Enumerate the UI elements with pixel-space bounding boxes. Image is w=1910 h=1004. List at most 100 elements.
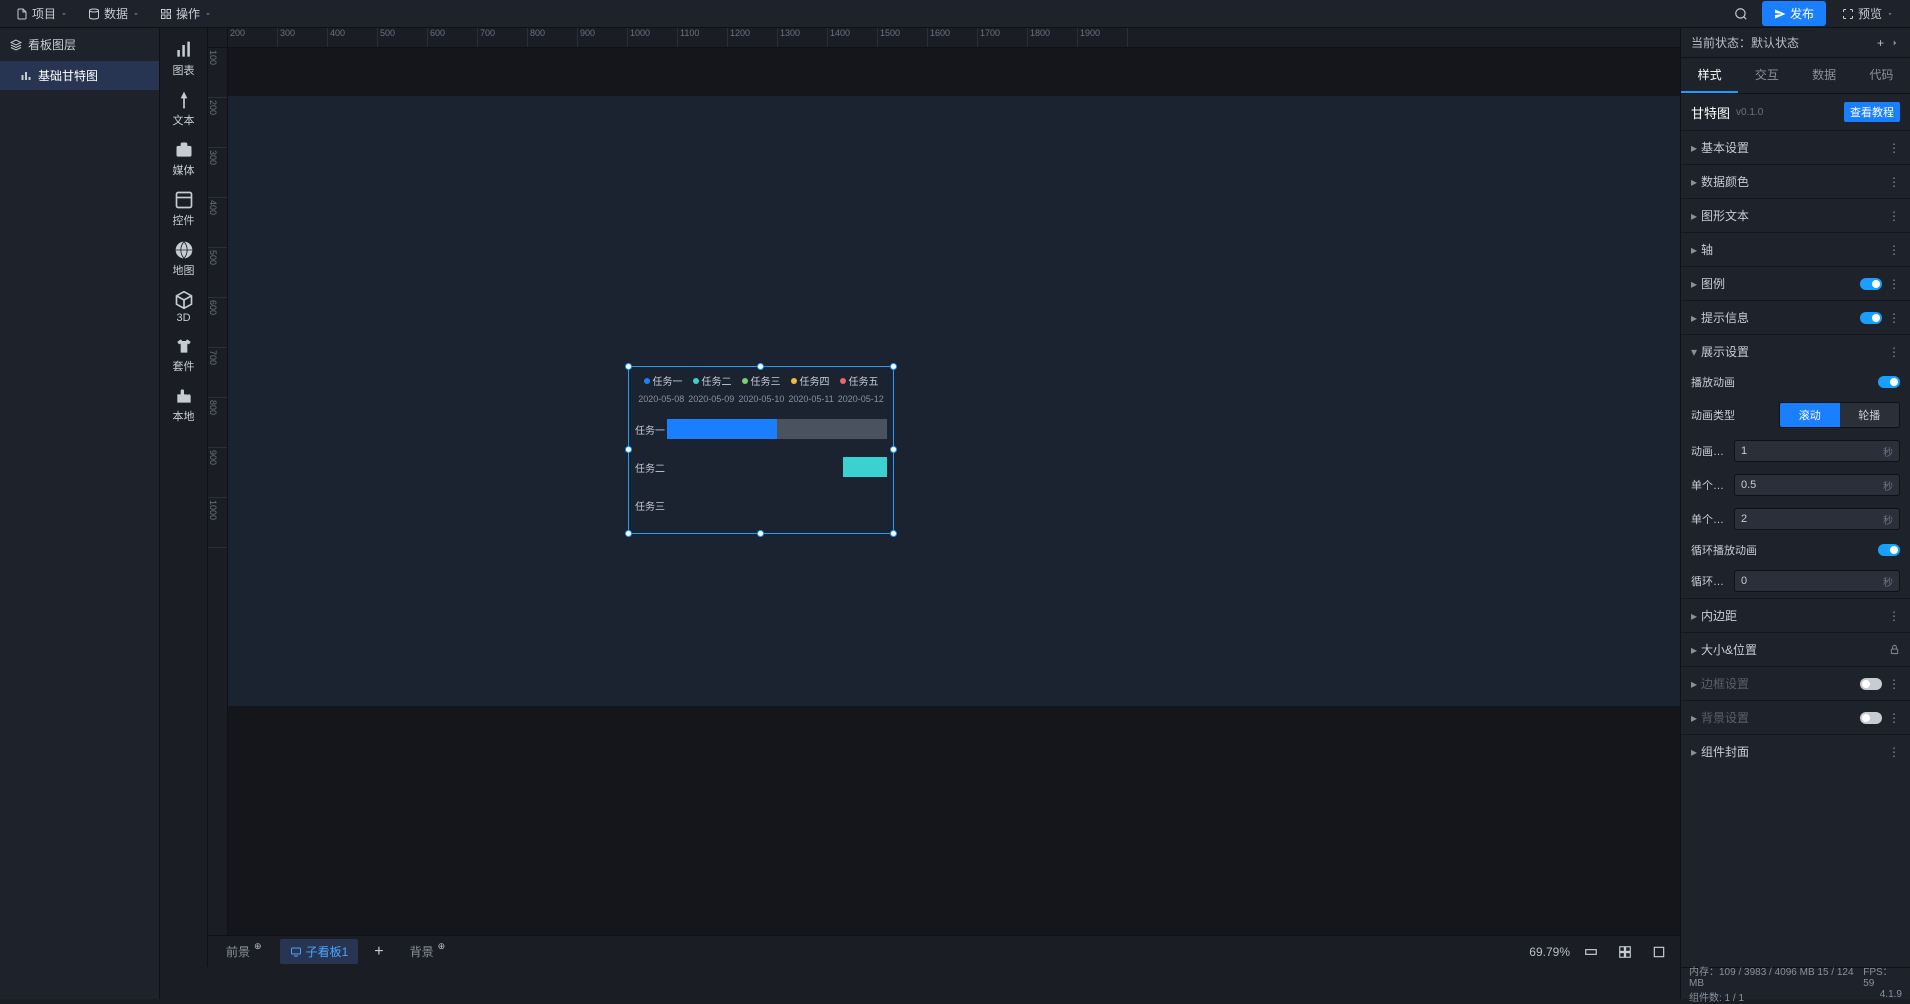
canvas-inner[interactable]: 任务一任务二任务三任务四任务五 2020-05-082020-05-092020… [228,48,1680,967]
gantt-row: 任务三 [629,486,893,524]
toggle-border[interactable] [1860,678,1882,690]
resize-handle-w[interactable] [625,446,632,453]
ruler-tick: 1600 [928,28,978,47]
field-play-anim-label: 播放动画 [1691,374,1771,390]
artboard[interactable]: 任务一任务二任务三任务四任务五 2020-05-082020-05-092020… [228,96,1680,706]
section-menu-icon[interactable]: ⋮ [1888,311,1900,325]
comp-widget[interactable]: 控件 [160,184,208,234]
gantt-widget[interactable]: 任务一任务二任务三任务四任务五 2020-05-082020-05-092020… [628,366,894,534]
tab-background[interactable]: 背景 ⊕ [400,939,456,964]
comp-3d[interactable]: 3D [160,284,208,330]
resize-handle-n[interactable] [757,363,764,370]
scroll-dur-input[interactable] [1741,479,1883,491]
layout-toggle-2[interactable] [1612,941,1638,963]
delay-input[interactable] [1741,445,1883,457]
chevron-right-icon[interactable] [1890,38,1900,48]
ruler-tick: 600 [428,28,478,47]
tab-add-button[interactable]: + [366,939,391,965]
tab-style[interactable]: 样式 [1681,58,1738,93]
section-menu-icon[interactable]: ⋮ [1888,677,1900,691]
lock-icon[interactable] [1889,644,1900,655]
seg-scroll[interactable]: 滚动 [1780,403,1840,427]
inspector-title-row: 甘特图 v0.1.0 查看教程 [1681,94,1910,130]
toggle-bg[interactable] [1860,712,1882,724]
tab-foreground[interactable]: 前景 ⊕ [216,939,272,964]
section-menu-icon[interactable]: ⋮ [1888,345,1900,359]
section-axis[interactable]: ▸轴⋮ [1681,232,1910,266]
layout-toggle-1[interactable] [1578,941,1604,963]
section-border[interactable]: ▸边框设置 ⋮ [1681,666,1910,700]
toggle-legend[interactable] [1860,278,1882,290]
toggle-play-anim[interactable] [1878,376,1900,388]
resize-handle-s[interactable] [757,530,764,537]
resize-handle-se[interactable] [890,530,897,537]
ruler-tick: 1300 [778,28,828,47]
tab-data[interactable]: 数据 [1796,58,1853,93]
section-tooltip[interactable]: ▸提示信息 ⋮ [1681,300,1910,334]
comp-local[interactable]: 本地 [160,380,208,430]
expand-icon [1842,8,1854,20]
layout-toggle-3[interactable] [1646,941,1672,963]
comp-text[interactable]: 文本 [160,84,208,134]
section-menu-icon[interactable]: ⋮ [1888,141,1900,155]
resize-handle-nw[interactable] [625,363,632,370]
section-menu-icon[interactable]: ⋮ [1888,243,1900,257]
tab-subboard-label: 子看板1 [306,943,349,960]
tab-subboard[interactable]: 子看板1 [280,939,359,964]
resize-handle-sw[interactable] [625,530,632,537]
field-scroll-stay-label: 单个滚动后停留... [1691,511,1726,527]
state-label: 当前状态： [1691,34,1751,51]
tutorial-button[interactable]: 查看教程 [1844,102,1900,122]
ruler-tick: 800 [208,398,227,448]
menu-ops[interactable]: 操作 [152,1,220,26]
section-menu-icon[interactable]: ⋮ [1888,175,1900,189]
menu-data[interactable]: 数据 [80,1,148,26]
scroll-stay-input[interactable] [1741,513,1883,525]
publish-button[interactable]: 发布 [1762,1,1826,26]
section-fig-text[interactable]: ▸图形文本⋮ [1681,198,1910,232]
field-loop-gap-label: 循环间隔 [1691,573,1726,589]
layer-item-gantt[interactable]: 基础甘特图 [0,61,159,90]
resize-handle-e[interactable] [890,446,897,453]
section-menu-icon[interactable]: ⋮ [1888,277,1900,291]
anim-type-segmented: 滚动 轮播 [1779,402,1900,428]
tab-interact[interactable]: 交互 [1738,58,1795,93]
canvas-bottom-bar: 前景 ⊕ 子看板1 + 背景 ⊕ 69.79% [208,935,1680,967]
gantt-track [667,495,887,515]
section-menu-icon[interactable]: ⋮ [1888,609,1900,623]
comp-media[interactable]: 媒体 [160,134,208,184]
section-size-pos[interactable]: ▸大小&位置 [1681,632,1910,666]
gantt-row: 任务二 [629,448,893,486]
ruler-tick: 1800 [1028,28,1078,47]
search-icon [1734,7,1748,21]
section-menu-icon[interactable]: ⋮ [1888,209,1900,223]
database-icon [88,8,100,20]
section-menu-icon[interactable]: ⋮ [1888,745,1900,759]
section-cover[interactable]: ▸组件封面⋮ [1681,734,1910,768]
seg-carousel[interactable]: 轮播 [1840,403,1900,427]
section-menu-icon[interactable]: ⋮ [1888,711,1900,725]
maximize-icon [1652,945,1666,959]
comp-widget-label: 控件 [173,212,195,228]
section-bg[interactable]: ▸背景设置 ⋮ [1681,700,1910,734]
comp-map[interactable]: 地图 [160,234,208,284]
menu-project[interactable]: 项目 [8,1,76,26]
section-padding[interactable]: ▸内边距⋮ [1681,598,1910,632]
comp-kit[interactable]: 套件 [160,330,208,380]
comp-chart[interactable]: 图表 [160,34,208,84]
preview-button[interactable]: 预览 [1834,1,1902,26]
section-data-color[interactable]: ▸数据颜色⋮ [1681,164,1910,198]
resize-handle-ne[interactable] [890,363,897,370]
search-button[interactable] [1728,3,1754,25]
section-display[interactable]: ▾展示设置⋮ [1681,334,1910,368]
add-state-button[interactable]: + [1871,36,1890,50]
zoom-value: 69.79% [1529,945,1570,959]
section-basic[interactable]: ▸基本设置⋮ [1681,130,1910,164]
ruler-tick: 1200 [728,28,778,47]
toggle-loop[interactable] [1878,544,1900,556]
toggle-tooltip[interactable] [1860,312,1882,324]
section-legend[interactable]: ▸图例 ⋮ [1681,266,1910,300]
field-anim-type: 动画类型 滚动 轮播 [1681,396,1910,434]
loop-gap-input[interactable] [1741,575,1883,587]
tab-code[interactable]: 代码 [1853,58,1910,93]
